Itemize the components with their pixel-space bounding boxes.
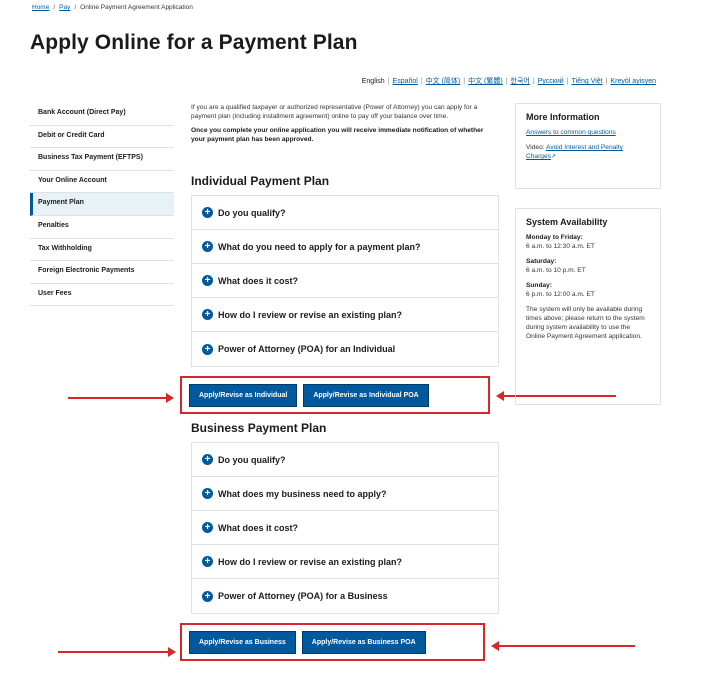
sidebar-item-foreign-payments[interactable]: Foreign Electronic Payments xyxy=(30,261,174,284)
external-link-icon: ↗ xyxy=(550,154,556,160)
weekdays-hours: 6 a.m. to 12:30 a.m. ET xyxy=(526,243,595,250)
availability-title: System Availability xyxy=(526,217,608,227)
accordion-label: What do you need to apply for a payment … xyxy=(218,241,421,252)
breadcrumb-home-link[interactable]: Home xyxy=(32,4,49,11)
plus-icon: + xyxy=(202,454,213,465)
language-english[interactable]: English xyxy=(362,78,385,85)
weekdays-label: Monday to Friday: xyxy=(526,234,583,241)
accordion-label: Do you qualify? xyxy=(218,454,286,465)
language-bar: English | Español | 中文 (简体) | 中文 (繁體) | 한국어 | Русс… xyxy=(361,78,656,85)
individual-accordion-qualify[interactable]: + Do you qualify? xyxy=(192,196,498,230)
sunday-label: Sunday: xyxy=(526,282,553,289)
individual-accordion-review[interactable]: + How do I review or revise an existing p… xyxy=(192,298,498,332)
plus-icon: + xyxy=(202,241,213,252)
individual-accordion-poa[interactable]: + Power of Attorney (POA) for an Individu… xyxy=(192,332,498,366)
accordion-label: Power of Attorney (POA) for an Individua… xyxy=(218,344,396,354)
business-buttons-highlight: Apply/Revise as Business Apply/Revise as… xyxy=(180,623,485,661)
annotation-arrow-right xyxy=(68,393,174,403)
breadcrumb-pay-link[interactable]: Pay xyxy=(59,4,70,11)
sidebar-nav: Bank Account (Direct Pay) Debit or Credi… xyxy=(30,103,174,307)
apply-business-button[interactable]: Apply/Revise as Business xyxy=(189,630,296,654)
business-accordion: + Do you qualify? + What does my business … xyxy=(191,442,499,614)
individual-accordion-cost[interactable]: + What does it cost? xyxy=(192,264,498,298)
breadcrumb-separator: / xyxy=(53,4,56,11)
language-chinese-simplified[interactable]: 中文 (简体) xyxy=(426,78,461,85)
accordion-label: Power of Attorney (POA) for a Business xyxy=(218,591,388,601)
breadcrumb-current: Online Payment Agreement Application xyxy=(80,4,193,11)
sidebar-item-payment-plan[interactable]: Payment Plan xyxy=(30,193,174,216)
sidebar-item-penalties[interactable]: Penalties xyxy=(30,216,174,239)
saturday-hours: 6 a.m. to 10 p.m. ET xyxy=(526,267,586,274)
more-info-card: More Information Answers to common quest… xyxy=(515,103,661,189)
intro-section: If you are a qualified taxpayer or autho… xyxy=(191,103,499,145)
language-haitian-creole[interactable]: Kreyòl ayisyen xyxy=(610,78,656,85)
plus-icon: + xyxy=(202,275,213,286)
sidebar-item-tax-withholding[interactable]: Tax Withholding xyxy=(30,239,174,262)
apply-individual-poa-button[interactable]: Apply/Revise as Individual POA xyxy=(303,383,429,407)
language-korean[interactable]: 한국어 xyxy=(511,78,530,85)
business-accordion-cost[interactable]: + What does it cost? xyxy=(192,511,498,545)
business-accordion-poa[interactable]: + Power of Attorney (POA) for a Business xyxy=(192,579,498,613)
system-availability-card: System Availability Monday to Friday: 6 … xyxy=(515,208,661,405)
accordion-label: Do you qualify? xyxy=(218,207,286,218)
sidebar-item-bank-account[interactable]: Bank Account (Direct Pay) xyxy=(30,103,174,126)
availability-note: The system will only be available during… xyxy=(526,306,645,340)
business-accordion-review[interactable]: + How do I review or revise an existing p… xyxy=(192,545,498,579)
plus-icon: + xyxy=(202,309,213,320)
individual-accordion-requirements[interactable]: + What do you need to apply for a payment… xyxy=(192,230,498,264)
language-vietnamese[interactable]: Tiếng Việt xyxy=(572,78,603,85)
accordion-label: What does it cost? xyxy=(218,275,299,286)
apply-individual-button[interactable]: Apply/Revise as Individual xyxy=(189,383,298,407)
business-accordion-qualify[interactable]: + Do you qualify? xyxy=(192,443,498,477)
annotation-arrow-right xyxy=(58,647,176,657)
plus-icon: + xyxy=(202,590,213,602)
language-spanish[interactable]: Español xyxy=(393,78,418,85)
sunday-hours: 6 p.m. to 12:00 a.m. ET xyxy=(526,291,595,298)
individual-accordion: + Do you qualify? + What do you need to ap… xyxy=(191,195,499,367)
intro-bold-text: Once you complete your online applicatio… xyxy=(191,126,484,144)
plus-icon: + xyxy=(202,343,213,355)
apply-business-poa-button[interactable]: Apply/Revise as Business POA xyxy=(301,630,426,654)
accordion-label: How do I review or revise an existing pl… xyxy=(218,556,403,567)
sidebar-item-debit-credit-card[interactable]: Debit or Credit Card xyxy=(30,126,174,149)
sidebar-item-user-fees[interactable]: User Fees xyxy=(30,284,174,307)
language-russian[interactable]: Русский xyxy=(538,78,564,85)
common-questions-link[interactable]: Answers to common questions xyxy=(526,128,650,137)
sidebar-item-online-account[interactable]: Your Online Account xyxy=(30,171,174,194)
accordion-label: What does my business need to apply? xyxy=(218,488,387,499)
accordion-label: What does it cost? xyxy=(218,522,299,533)
plus-icon: + xyxy=(202,488,213,499)
accordion-label: How do I review or revise an existing pl… xyxy=(218,309,403,320)
page-title: Apply Online for a Payment Plan xyxy=(30,31,358,54)
plus-icon: + xyxy=(202,207,213,218)
annotation-arrow-left xyxy=(491,641,635,651)
video-prefix: Video: xyxy=(526,144,545,151)
sidebar-item-business-tax-payment[interactable]: Business Tax Payment (EFTPS) xyxy=(30,148,174,171)
plus-icon: + xyxy=(202,556,213,567)
plus-icon: + xyxy=(202,522,213,533)
business-heading: Business Payment Plan xyxy=(191,421,327,435)
more-info-title: More Information xyxy=(526,112,600,122)
intro-text: If you are a qualified taxpayer or autho… xyxy=(191,104,478,121)
saturday-label: Saturday: xyxy=(526,258,557,265)
business-accordion-requirements[interactable]: + What does my business need to apply? xyxy=(192,477,498,511)
breadcrumb-separator: / xyxy=(74,4,77,11)
video-line: Video: Avoid Interest and Penalty Charge… xyxy=(526,143,650,162)
individual-buttons-highlight: Apply/Revise as Individual Apply/Revise … xyxy=(180,376,490,414)
breadcrumb: Home / Pay / Online Payment Agreement Applic… xyxy=(32,4,193,11)
language-chinese-traditional[interactable]: 中文 (繁體) xyxy=(468,78,503,85)
individual-heading: Individual Payment Plan xyxy=(191,174,330,188)
